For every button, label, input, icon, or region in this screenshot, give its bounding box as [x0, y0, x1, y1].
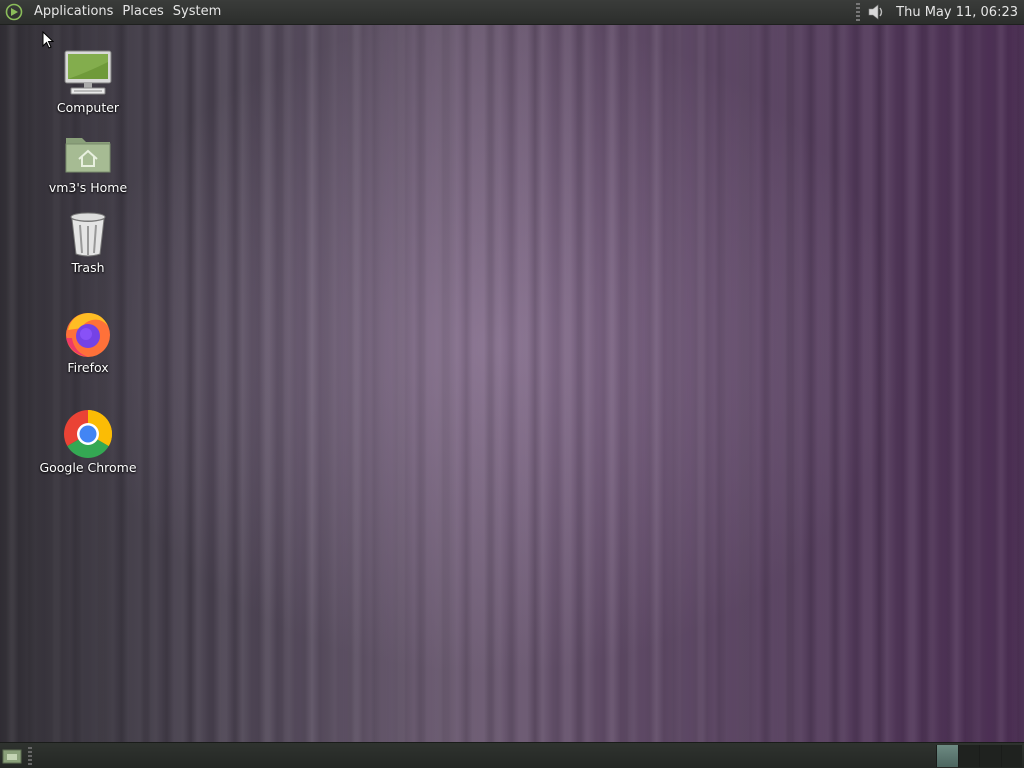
menu-places[interactable]: Places [118, 0, 167, 24]
workspace-switcher[interactable] [936, 745, 1022, 767]
desktop-icon-chrome[interactable]: Google Chrome [38, 408, 138, 476]
menu-applications[interactable]: Applications [30, 0, 117, 24]
workspace-4[interactable] [1000, 745, 1022, 767]
workspace-1[interactable] [936, 745, 958, 767]
desktop[interactable]: Applications Places System Thu May 11, 0… [0, 0, 1024, 768]
desktop-icon-firefox[interactable]: Firefox [38, 308, 138, 376]
desktop-icon-label: Computer [56, 100, 120, 115]
workspace-3[interactable] [979, 745, 1001, 767]
bottom-panel [0, 742, 1024, 768]
volume-icon[interactable] [864, 1, 888, 23]
workspace-2[interactable] [957, 745, 979, 767]
clock[interactable]: Thu May 11, 06:23 [896, 5, 1024, 20]
desktop-icon-trash[interactable]: Trash [38, 208, 138, 276]
desktop-icon-home[interactable]: vm3's Home [38, 128, 138, 196]
panel-drag-handle[interactable] [856, 3, 861, 21]
computer-icon [62, 48, 114, 100]
home-folder-icon [62, 128, 114, 180]
desktop-icon-label: Firefox [67, 360, 109, 375]
menu-system[interactable]: System [169, 0, 225, 24]
firefox-icon [62, 308, 114, 360]
chrome-icon [62, 408, 114, 460]
distro-logo-icon[interactable] [4, 2, 24, 22]
top-panel: Applications Places System Thu May 11, 0… [0, 0, 1024, 25]
panel-drag-handle[interactable] [28, 747, 32, 765]
desktop-icon-label: vm3's Home [48, 180, 128, 195]
trash-icon [62, 208, 114, 260]
desktop-icon-label: Trash [71, 260, 105, 275]
desktop-icon-computer[interactable]: Computer [38, 48, 138, 116]
show-desktop-icon[interactable] [2, 748, 22, 764]
panel-tray: Thu May 11, 06:23 [856, 0, 1024, 24]
desktop-icon-label: Google Chrome [39, 460, 137, 475]
